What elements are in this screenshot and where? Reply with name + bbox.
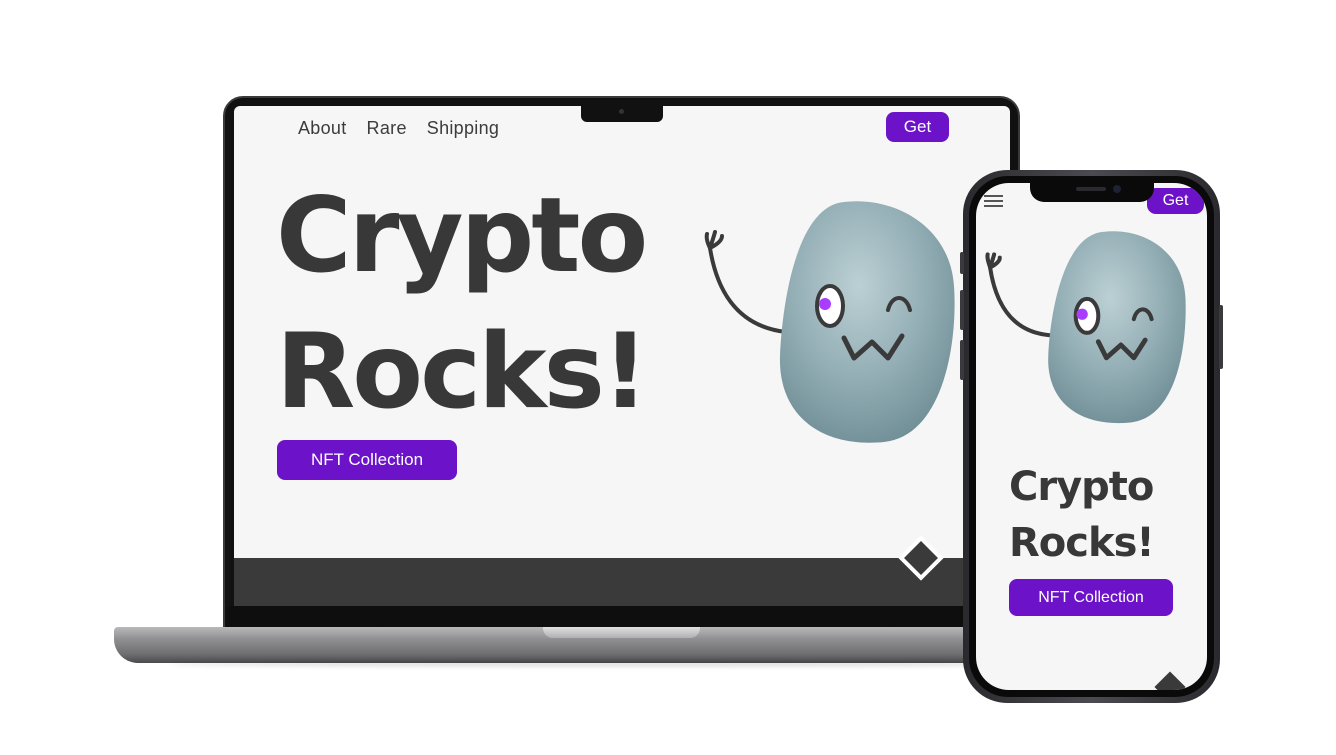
laptop-nav: About Rare Shipping <box>298 118 499 139</box>
phone-volume-up-button <box>960 290 964 330</box>
laptop-base-notch <box>543 627 700 638</box>
phone-notch <box>1030 182 1154 202</box>
phone-waving-arm <box>988 265 1052 338</box>
rock-pupil <box>819 298 831 310</box>
waving-hand <box>704 230 724 250</box>
laptop-chin <box>226 606 1016 628</box>
phone-speaker <box>1076 187 1106 191</box>
hero-title: Crypto Rocks! <box>276 168 716 440</box>
phone-waving-hand <box>985 252 1002 270</box>
phone-diamond-icon <box>1154 671 1186 690</box>
waving-arm <box>708 246 788 334</box>
rock-mascot <box>704 201 955 443</box>
phone-screen: Get Crypto Rocks! NFT Collection <box>976 183 1207 690</box>
diamond-icon <box>898 535 944 581</box>
hero-title-line2: Rocks! <box>276 312 649 432</box>
phone-power-button <box>1219 305 1223 369</box>
hamburger-menu-icon[interactable] <box>984 195 1003 209</box>
phone-hero-title-line2: Rocks! <box>1009 520 1155 566</box>
nav-shipping-link[interactable]: Shipping <box>427 118 499 139</box>
hero-title-line1: Crypto <box>276 176 648 296</box>
phone-camera <box>1113 185 1121 193</box>
nav-about-link[interactable]: About <box>298 118 347 139</box>
phone-nft-collection-button[interactable]: NFT Collection <box>1009 579 1173 616</box>
laptop-shadow <box>170 661 1070 667</box>
phone-get-button[interactable]: Get <box>1147 188 1204 214</box>
phone-hero-title-line1: Crypto <box>1009 464 1154 510</box>
phone-side-button <box>960 252 964 274</box>
phone-hero-title: Crypto Rocks! <box>1009 459 1199 571</box>
phone-volume-down-button <box>960 340 964 380</box>
laptop-screen: About Rare Shipping Get Crypto Rocks! NF… <box>234 106 1010 606</box>
rock-body <box>779 201 955 443</box>
get-button[interactable]: Get <box>886 112 949 142</box>
footer-band <box>234 558 1010 606</box>
laptop-camera <box>619 109 624 114</box>
phone-rock-pupil <box>1076 308 1088 320</box>
phone-rock-mascot <box>985 231 1186 424</box>
phone-rock-body <box>1048 231 1186 424</box>
nav-rare-link[interactable]: Rare <box>367 118 407 139</box>
nft-collection-button[interactable]: NFT Collection <box>277 440 457 480</box>
